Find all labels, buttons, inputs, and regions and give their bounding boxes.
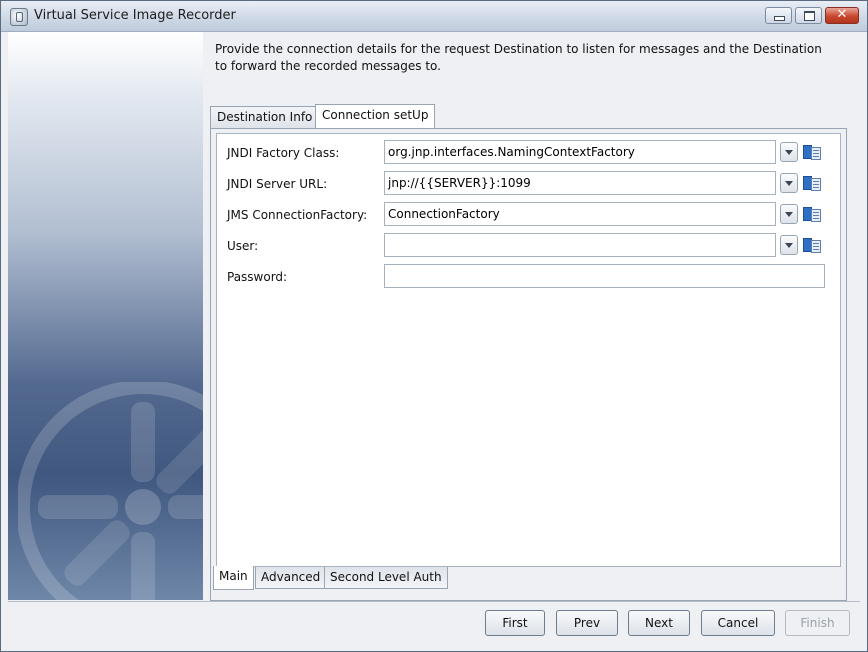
close-icon: ✕	[836, 7, 848, 22]
jms-connection-factory-field[interactable]: ConnectionFactory	[384, 202, 776, 226]
jndi-server-url-field[interactable]: jnp://{{SERVER}}:1099	[384, 171, 776, 195]
main-form-area: JNDI Factory Class: org.jnp.interfaces.N…	[216, 133, 841, 567]
address-book-icon[interactable]	[803, 206, 821, 222]
wizard-content: Provide the connection details for the r…	[204, 32, 860, 601]
window-title: Virtual Service Image Recorder	[34, 8, 236, 23]
jndi-factory-class-field[interactable]: org.jnp.interfaces.NamingContextFactory	[384, 140, 776, 164]
password-label: Password:	[227, 270, 288, 284]
first-button[interactable]: First	[485, 610, 545, 636]
chevron-down-icon[interactable]	[780, 142, 798, 162]
chevron-down-icon[interactable]	[780, 204, 798, 224]
prev-button[interactable]: Prev	[556, 610, 618, 636]
jndi-server-url-label: JNDI Server URL:	[227, 177, 328, 191]
jndi-factory-class-label: JNDI Factory Class:	[227, 146, 340, 160]
address-book-icon[interactable]	[803, 144, 821, 160]
sidebar-banner	[8, 32, 203, 600]
maximize-icon	[804, 11, 815, 21]
address-book-icon[interactable]	[803, 237, 821, 253]
maximize-button[interactable]	[795, 7, 822, 24]
jms-connection-factory-label: JMS ConnectionFactory:	[227, 208, 368, 222]
minimize-button[interactable]	[765, 7, 792, 24]
user-field[interactable]	[384, 233, 776, 257]
tab-connection-setup[interactable]: Connection setUp	[315, 104, 436, 128]
chevron-down-icon[interactable]	[780, 235, 798, 255]
intro-text: Provide the connection details for the r…	[215, 42, 822, 73]
user-label: User:	[227, 239, 259, 253]
finish-button[interactable]: Finish	[785, 610, 850, 636]
tab-main[interactable]: Main	[213, 566, 254, 590]
tab-advanced[interactable]: Advanced	[255, 567, 327, 589]
app-icon	[10, 8, 28, 26]
decorative-reel-logo	[18, 382, 203, 600]
chevron-down-icon[interactable]	[780, 173, 798, 193]
next-button[interactable]: Next	[628, 610, 690, 636]
tab-destination-info[interactable]: Destination Info	[210, 106, 320, 128]
button-bar: First Prev Next Cancel Finish	[8, 601, 860, 647]
title-bar[interactable]: Virtual Service Image Recorder ✕	[1, 1, 867, 32]
connection-setup-panel: JNDI Factory Class: org.jnp.interfaces.N…	[210, 128, 847, 601]
tab-second-level-auth[interactable]: Second Level Auth	[324, 567, 448, 589]
cancel-button[interactable]: Cancel	[701, 610, 775, 636]
close-button[interactable]: ✕	[825, 7, 859, 24]
recorder-window: Virtual Service Image Recorder ✕ Provide…	[0, 0, 868, 652]
minimize-icon	[774, 16, 785, 21]
address-book-icon[interactable]	[803, 175, 821, 191]
password-field[interactable]	[384, 264, 825, 288]
